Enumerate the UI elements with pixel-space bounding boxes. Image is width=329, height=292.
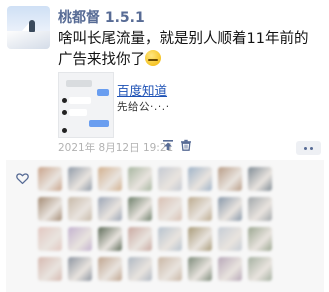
- liker-avatar[interactable]: [188, 257, 212, 281]
- post-text: 啥叫长尾流量，就是别人顺着11年前的广告来找你了: [58, 29, 320, 71]
- liker-avatar[interactable]: [248, 257, 272, 281]
- liker-avatar-grid: [38, 167, 272, 281]
- more-dot: [304, 146, 307, 150]
- liker-avatar[interactable]: [248, 227, 272, 251]
- liker-avatar[interactable]: [158, 167, 182, 191]
- thumb-bubble: [69, 109, 87, 116]
- thumb-line: [66, 80, 92, 87]
- username[interactable]: 桃都督 1.5.1: [58, 7, 145, 27]
- heart-icon: [16, 173, 29, 185]
- post-text-content: 啥叫长尾流量，就是别人顺着11年前的广告来找你了: [58, 31, 309, 68]
- liker-avatar[interactable]: [38, 257, 62, 281]
- liker-avatar[interactable]: [98, 197, 122, 221]
- liker-avatar[interactable]: [188, 167, 212, 191]
- liker-avatar[interactable]: [218, 257, 242, 281]
- liker-avatar[interactable]: [158, 227, 182, 251]
- liker-avatar[interactable]: [128, 197, 152, 221]
- avatar-figure: [29, 20, 35, 32]
- liker-avatar[interactable]: [248, 167, 272, 191]
- pin-top-icon[interactable]: [162, 139, 174, 151]
- liker-avatar[interactable]: [38, 227, 62, 251]
- liker-avatar[interactable]: [68, 257, 92, 281]
- trash-icon[interactable]: [180, 139, 192, 151]
- likes-section: [6, 160, 324, 292]
- liker-avatar[interactable]: [218, 167, 242, 191]
- liker-avatar[interactable]: [158, 257, 182, 281]
- liker-avatar[interactable]: [98, 227, 122, 251]
- link-title[interactable]: 百度知道: [117, 80, 167, 99]
- thumb-bubble: [69, 97, 91, 104]
- liker-avatar[interactable]: [38, 167, 62, 191]
- link-thumbnail[interactable]: [58, 72, 114, 138]
- thumb-bubble: [97, 89, 109, 96]
- liker-avatar[interactable]: [218, 197, 242, 221]
- avatar-snow: [7, 31, 50, 49]
- liker-avatar[interactable]: [68, 227, 92, 251]
- liker-avatar[interactable]: [218, 227, 242, 251]
- more-options-button[interactable]: [296, 141, 321, 155]
- thumb-avatar: [62, 110, 67, 115]
- liker-avatar[interactable]: [158, 197, 182, 221]
- post-timestamp: 2021年 8月12日 19:21: [58, 142, 174, 154]
- liker-avatar[interactable]: [128, 167, 152, 191]
- liker-avatar[interactable]: [98, 167, 122, 191]
- face-with-tears-emoji-icon: [145, 50, 161, 66]
- thumb-avatar: [62, 98, 67, 103]
- liker-avatar[interactable]: [38, 197, 62, 221]
- thumb-bubble: [89, 120, 109, 127]
- liker-avatar[interactable]: [68, 197, 92, 221]
- liker-avatar[interactable]: [128, 227, 152, 251]
- liker-avatar[interactable]: [128, 257, 152, 281]
- liker-avatar[interactable]: [188, 227, 212, 251]
- link-subtitle: 先给公·․·․·: [117, 101, 170, 113]
- thumb-avatar: [62, 128, 67, 133]
- liker-avatar[interactable]: [188, 197, 212, 221]
- user-avatar[interactable]: [7, 6, 50, 49]
- liker-avatar[interactable]: [248, 197, 272, 221]
- liker-avatar[interactable]: [98, 257, 122, 281]
- liker-avatar[interactable]: [68, 167, 92, 191]
- more-dot: [310, 146, 313, 150]
